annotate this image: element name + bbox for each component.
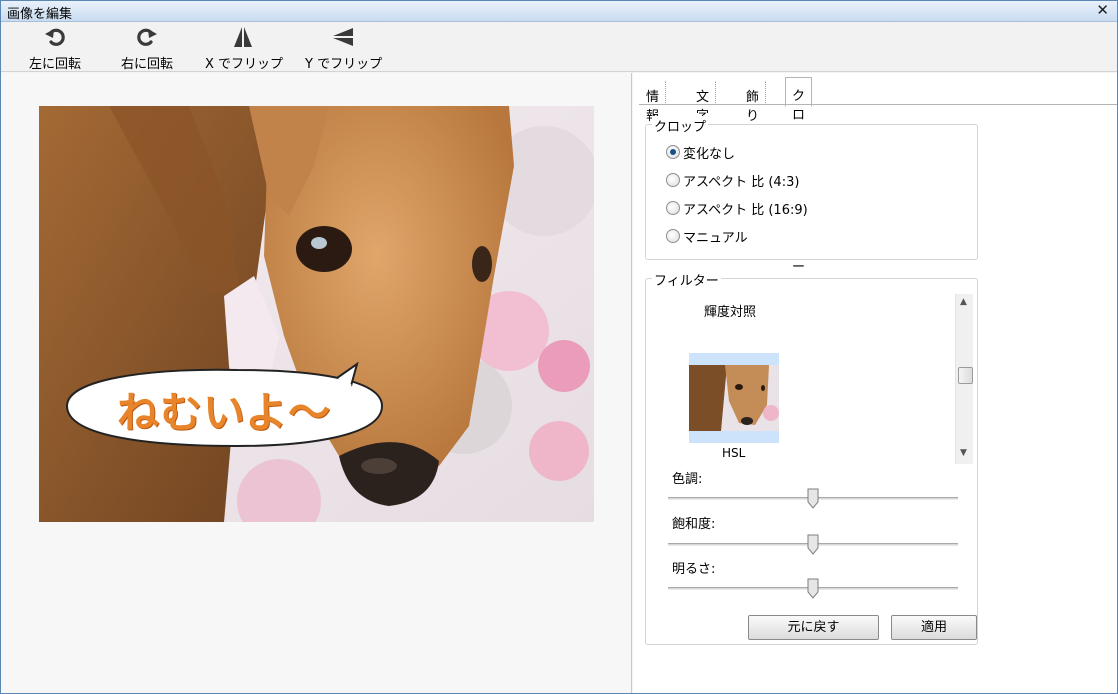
crop-option-16-9[interactable]: アスペクト 比 (16:9) bbox=[666, 198, 808, 218]
hue-slider-thumb[interactable] bbox=[807, 488, 819, 509]
tab-decoration[interactable]: 飾り bbox=[739, 81, 767, 124]
radio-icon bbox=[666, 229, 680, 243]
title-bar: 画像を編集 ✕ bbox=[1, 1, 1117, 22]
scroll-down-icon[interactable]: ▼ bbox=[960, 448, 967, 458]
flip-horizontal-icon bbox=[234, 27, 252, 47]
reset-button[interactable]: 元に戻す bbox=[748, 615, 879, 640]
crop-option-16-9-label: アスペクト 比 (16:9) bbox=[683, 202, 808, 218]
settings-pane: 情報 文字 飾り クロップ＆フィルター クロップ 変化なし アスペクト 比 (4… bbox=[633, 73, 1117, 693]
crop-option-manual-label: マニュアル bbox=[683, 230, 748, 246]
filter-preset-hsl[interactable] bbox=[689, 353, 779, 443]
toolbar: 左に回転 右に回転 X でフリップ Y でフリップ bbox=[1, 22, 1117, 72]
radio-icon bbox=[666, 173, 680, 187]
brightness-slider[interactable] bbox=[668, 578, 958, 599]
filter-scrollbar[interactable]: ▲ ▼ bbox=[955, 294, 973, 464]
flip-vertical-icon bbox=[333, 28, 353, 46]
filter-thumbnail bbox=[689, 365, 779, 431]
crop-group-title: クロップ bbox=[652, 116, 709, 135]
crop-option-none[interactable]: 変化なし bbox=[666, 142, 735, 162]
rotate-right-label: 右に回転 bbox=[120, 57, 173, 72]
apply-button[interactable]: 適用 bbox=[891, 615, 977, 640]
tab-underline bbox=[639, 104, 1117, 105]
window-title: 画像を編集 bbox=[7, 7, 73, 22]
hue-label: 色調: bbox=[672, 472, 703, 487]
radio-selected-icon bbox=[666, 145, 680, 159]
scroll-up-icon[interactable]: ▲ bbox=[960, 297, 967, 307]
photo-canvas bbox=[39, 106, 594, 522]
crop-option-manual[interactable]: マニュアル bbox=[666, 226, 748, 246]
flip-x-button[interactable]: X でフリップ bbox=[205, 25, 284, 72]
crop-option-none-label: 変化なし bbox=[683, 146, 736, 162]
close-icon[interactable]: ✕ bbox=[1096, 1, 1109, 19]
speech-bubble-text: ねむいよ〜 bbox=[117, 388, 332, 437]
tab-text[interactable]: 文字 bbox=[689, 81, 717, 124]
filter-heading: 輝度対照 bbox=[704, 305, 757, 320]
hue-slider[interactable] bbox=[668, 488, 958, 509]
crop-option-4-3-label: アスペクト 比 (4:3) bbox=[683, 174, 800, 190]
rotate-right-button[interactable]: 右に回転 bbox=[115, 25, 179, 72]
flip-x-label: X でフリップ bbox=[205, 57, 284, 72]
rotate-right-icon bbox=[137, 28, 157, 46]
crop-group: クロップ 変化なし アスペクト 比 (4:3) アスペクト 比 (16:9) マ… bbox=[645, 116, 978, 260]
saturation-label: 飽和度: bbox=[672, 517, 716, 532]
filter-group: フィルター 輝度対照 HSL ▲ ▼ 色調: 飽和度: 明るさ: 元に戻す 適用 bbox=[645, 270, 978, 645]
filter-group-title: フィルター bbox=[652, 270, 721, 289]
image-preview-pane: ねむいよ〜 bbox=[1, 73, 632, 693]
flip-y-label: Y でフリップ bbox=[305, 57, 383, 72]
rotate-left-button[interactable]: 左に回転 bbox=[23, 25, 87, 72]
radio-icon bbox=[666, 201, 680, 215]
saturation-slider[interactable] bbox=[668, 534, 958, 555]
brightness-label: 明るさ: bbox=[672, 562, 716, 577]
brightness-slider-thumb[interactable] bbox=[807, 578, 819, 599]
scroll-thumb[interactable] bbox=[958, 367, 973, 384]
flip-y-button[interactable]: Y でフリップ bbox=[305, 25, 383, 72]
tab-crop-filter[interactable]: クロップ＆フィルター bbox=[785, 77, 813, 275]
crop-option-4-3[interactable]: アスペクト 比 (4:3) bbox=[666, 170, 799, 190]
filter-preset-label: HSL bbox=[722, 446, 746, 460]
saturation-slider-thumb[interactable] bbox=[807, 534, 819, 555]
rotate-left-icon bbox=[45, 28, 65, 46]
rotate-left-label: 左に回転 bbox=[28, 57, 81, 72]
tab-info[interactable]: 情報 bbox=[639, 81, 667, 124]
dog-photo[interactable]: ねむいよ〜 bbox=[39, 106, 594, 522]
edit-image-window: 画像を編集 ✕ 左に回転 右に回転 X でフリップ Y でフリップ ねむいよ〜 … bbox=[0, 0, 1118, 694]
